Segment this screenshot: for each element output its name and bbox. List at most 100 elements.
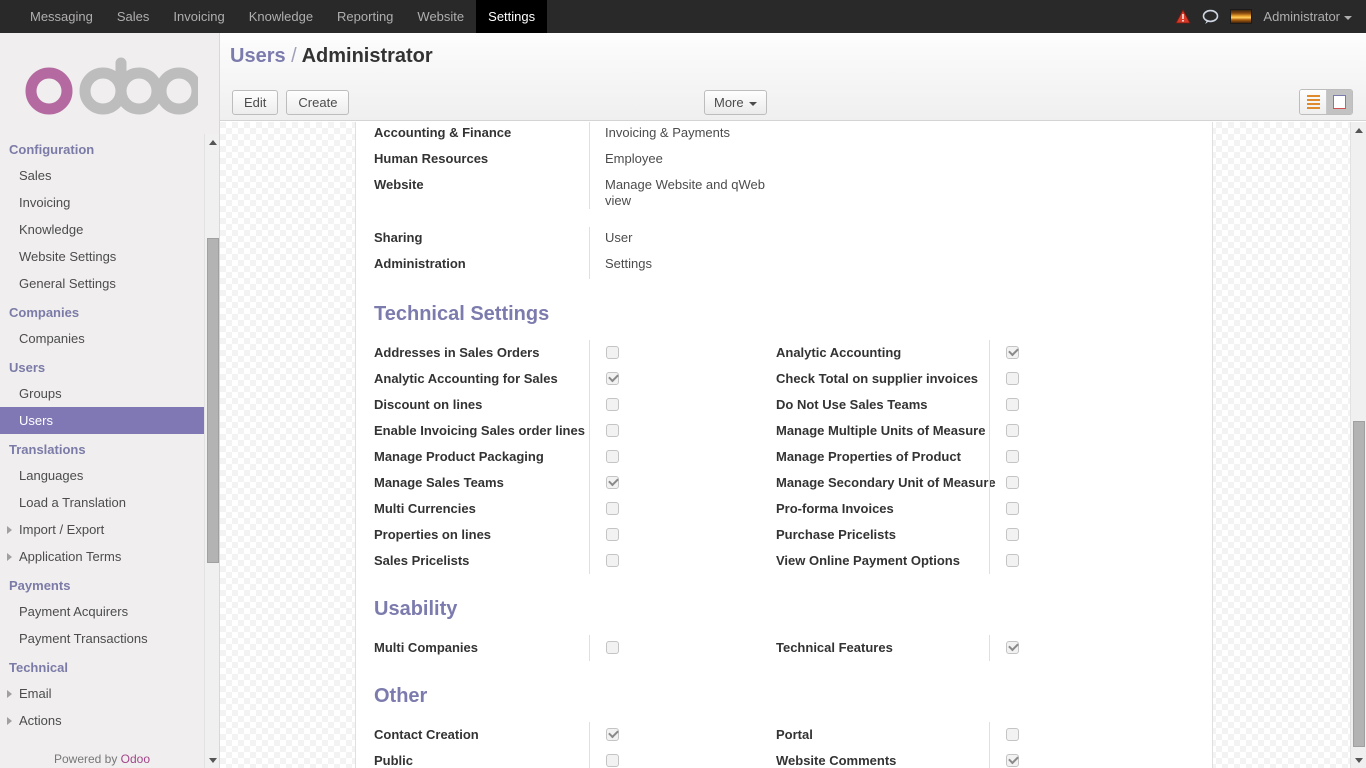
checkbox-analytic-accounting-for-sales[interactable]: [606, 371, 619, 385]
content-scroll-thumb[interactable]: [1353, 421, 1365, 747]
sidebar-scroll-down-button[interactable]: [205, 752, 219, 768]
option-checkbox-cell: [990, 748, 1176, 768]
sidebar-item-general-settings[interactable]: General Settings: [0, 270, 204, 297]
powered-by-footer: Powered by Odoo: [0, 752, 204, 766]
form-action-buttons: Edit Create: [232, 90, 350, 115]
checkbox-manage-secondary-unit-of-measure[interactable]: [1006, 475, 1019, 489]
menu-item-website[interactable]: Website: [405, 0, 476, 33]
sidebar-item-label: Application Terms: [19, 549, 122, 564]
checkbox-contact-creation[interactable]: [606, 727, 619, 741]
checkbox-do-not-use-sales-teams[interactable]: [1006, 397, 1019, 411]
sidebar-item-users[interactable]: Users: [0, 407, 204, 434]
checkbox-manage-sales-teams[interactable]: [606, 475, 619, 489]
option-label: Manage Multiple Units of Measure: [776, 422, 986, 438]
option-label: Sales Pricelists: [374, 552, 470, 568]
sidebar-item-invoicing[interactable]: Invoicing: [0, 189, 204, 216]
list-view-button[interactable]: [1300, 90, 1326, 114]
access-right-value: Invoicing & Payments: [605, 125, 731, 140]
create-button[interactable]: Create: [286, 90, 350, 115]
sidebar-item-sales[interactable]: Sales: [0, 162, 204, 189]
sidebar-scroll-up-button[interactable]: [205, 134, 219, 150]
option-label: Properties on lines: [374, 526, 492, 542]
option-label: View Online Payment Options: [776, 552, 960, 568]
breadcrumb: Users / Administrator: [230, 45, 433, 68]
checkbox-purchase-pricelists[interactable]: [1006, 527, 1019, 541]
form-scroll-viewport: Accounting & Finance Invoicing & Payments…: [220, 122, 1350, 768]
option-label: Enable Invoicing Sales order lines: [374, 422, 585, 438]
chat-bubble-icon[interactable]: [1202, 9, 1219, 25]
access-right-label: Human Resources: [374, 151, 489, 166]
sidebar-scrollbar[interactable]: [204, 134, 219, 768]
sidebar-item-companies[interactable]: Companies: [0, 325, 204, 352]
user-menu-button[interactable]: Administrator: [1263, 9, 1352, 24]
odoo-logo[interactable]: [0, 33, 219, 134]
breadcrumb-users-link[interactable]: Users: [230, 45, 286, 67]
checkbox-website-comments[interactable]: [1006, 753, 1019, 767]
checkbox-sales-pricelists[interactable]: [606, 553, 619, 567]
checkbox-addresses-in-sales-orders[interactable]: [606, 345, 619, 359]
access-right-value: Settings: [605, 255, 652, 271]
checkbox-public[interactable]: [606, 753, 619, 767]
more-dropdown-button[interactable]: More: [704, 90, 767, 115]
menu-item-settings[interactable]: Settings: [476, 0, 548, 33]
option-checkbox-cell: [590, 722, 776, 748]
sidebar-item-payment-acquirers[interactable]: Payment Acquirers: [0, 598, 204, 625]
sidebar-item-knowledge[interactable]: Knowledge: [0, 216, 204, 243]
checkbox-properties-on-lines[interactable]: [606, 527, 619, 541]
odoo-brand-link[interactable]: Odoo: [121, 752, 150, 766]
option-label: Check Total on supplier invoices: [776, 370, 979, 386]
sidebar-item-payment-transactions[interactable]: Payment Transactions: [0, 625, 204, 652]
warning-triangle-icon[interactable]: [1175, 8, 1192, 25]
checkbox-manage-product-packaging[interactable]: [606, 449, 619, 463]
sidebar-scroll-thumb[interactable]: [207, 238, 219, 563]
sidebar-item-label: Groups: [19, 386, 62, 401]
sidebar-item-label: Payment Acquirers: [19, 604, 129, 619]
form-view-button[interactable]: [1326, 90, 1352, 114]
content-scrollbar[interactable]: [1350, 122, 1366, 768]
option-label: Technical Features: [776, 639, 893, 655]
chevron-right-icon: [7, 525, 12, 534]
option-label: Pro-forma Invoices: [776, 500, 894, 516]
menu-item-knowledge[interactable]: Knowledge: [237, 0, 325, 33]
checkbox-check-total-on-supplier-invoices[interactable]: [1006, 371, 1019, 385]
options-grid: Multi Companies Technical Features: [374, 634, 1176, 661]
powered-by-text: Powered by: [53, 752, 121, 766]
sidebar-item-load-a-translation[interactable]: Load a Translation: [0, 489, 204, 516]
menu-item-invoicing[interactable]: Invoicing: [161, 0, 236, 33]
checkbox-multi-companies[interactable]: [606, 640, 619, 654]
user-menu-label: Administrator: [1263, 9, 1340, 24]
menu-item-sales[interactable]: Sales: [105, 0, 162, 33]
checkbox-discount-on-lines[interactable]: [606, 397, 619, 411]
sidebar-item-groups[interactable]: Groups: [0, 380, 204, 407]
sidebar-item-actions[interactable]: Actions: [0, 707, 204, 734]
checkbox-enable-invoicing-sales-order-lines[interactable]: [606, 423, 619, 437]
option-checkbox-cell: [990, 722, 1176, 748]
sidebar-item-website-settings[interactable]: Website Settings: [0, 243, 204, 270]
checkbox-technical-features[interactable]: [1006, 640, 1019, 654]
access-right-value: User: [605, 229, 633, 245]
checkbox-manage-multiple-units-of-measure[interactable]: [1006, 423, 1019, 437]
edit-button[interactable]: Edit: [232, 90, 279, 115]
menu-item-reporting[interactable]: Reporting: [325, 0, 405, 33]
sidebar-section-technical: Technical: [9, 660, 69, 675]
access-right-label: Administration: [374, 255, 466, 271]
checkbox-manage-properties-of-product[interactable]: [1006, 449, 1019, 463]
checkbox-portal[interactable]: [1006, 727, 1019, 741]
checkbox-view-online-payment-options[interactable]: [1006, 553, 1019, 567]
sidebar-item-email[interactable]: Email: [0, 680, 204, 707]
breadcrumb-separator: /: [291, 45, 297, 67]
checkbox-pro-forma-invoices[interactable]: [1006, 501, 1019, 515]
menu-item-messaging[interactable]: Messaging: [18, 0, 105, 33]
content-scroll-down-button[interactable]: [1351, 752, 1366, 768]
sidebar-item-import-export[interactable]: Import / Export: [0, 516, 204, 543]
checkbox-analytic-accounting[interactable]: [1006, 345, 1019, 359]
content-scroll-up-button[interactable]: [1351, 122, 1366, 138]
option-checkbox-cell: [990, 635, 1176, 661]
section-title-usability: Usability: [374, 597, 458, 620]
checkbox-multi-currencies[interactable]: [606, 501, 619, 515]
sidebar-item-languages[interactable]: Languages: [0, 462, 204, 489]
option-checkbox-cell: [990, 392, 1176, 418]
sidebar-item-application-terms[interactable]: Application Terms: [0, 543, 204, 570]
sidebar-section-companies: Companies: [9, 305, 80, 320]
sidebar-item-label: Languages: [19, 468, 84, 483]
